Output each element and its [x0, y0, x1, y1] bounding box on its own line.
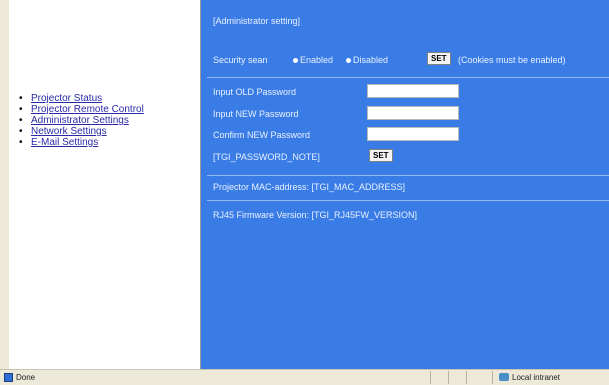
- nav-item-network-settings: • Network Settings: [19, 126, 144, 137]
- nav-list: • Projector Status • Projector Remote Cont…: [19, 93, 144, 148]
- page-done-icon: [4, 373, 13, 382]
- status-bar: Done Local intranet: [0, 369, 609, 385]
- cookies-note: (Cookies must be enabled): [458, 55, 566, 65]
- security-zone[interactable]: Local intranet: [492, 371, 609, 384]
- radio-enabled-label: Enabled: [300, 55, 334, 65]
- nav-item-email-settings: • E-Mail Settings: [19, 137, 144, 148]
- security-set-button[interactable]: SET: [427, 52, 451, 65]
- link-network-settings[interactable]: Network Settings: [31, 126, 107, 137]
- link-projector-status[interactable]: Projector Status: [31, 93, 102, 104]
- link-projector-remote-control[interactable]: Projector Remote Control: [31, 104, 144, 115]
- zone-text: Local intranet: [512, 373, 561, 382]
- admin-settings-frame: [Administrator setting] Security sean En…: [201, 0, 609, 369]
- status-pane: [448, 371, 449, 384]
- firmware-version: RJ45 Firmware Version: [TGI_RJ45FW_VERSI…: [213, 210, 418, 220]
- navigation-frame: • Projector Status • Projector Remote Cont…: [9, 0, 201, 369]
- old-password-label: Input OLD Password: [213, 87, 297, 97]
- radio-disabled[interactable]: Disabled: [346, 55, 388, 65]
- link-administrator-settings[interactable]: Administrator Settings: [31, 115, 129, 126]
- security-label: Security sean: [213, 55, 268, 65]
- radio-icon: [293, 58, 298, 64]
- status-text: Done: [16, 373, 36, 382]
- password-set-button[interactable]: SET: [369, 149, 393, 162]
- new-password-field[interactable]: [367, 106, 459, 120]
- nav-item-projector-status: • Projector Status: [19, 93, 144, 104]
- browser-window: • Projector Status • Projector Remote Cont…: [0, 0, 609, 385]
- intranet-zone-icon: [499, 373, 509, 381]
- link-email-settings[interactable]: E-Mail Settings: [31, 137, 98, 148]
- divider: [207, 175, 609, 176]
- divider: [207, 77, 609, 78]
- nav-item-projector-remote-control: • Projector Remote Control: [19, 104, 144, 115]
- bullet-icon: •: [19, 137, 23, 148]
- status-pane: [430, 371, 431, 384]
- radio-disabled-label: Disabled: [353, 55, 389, 65]
- password-note: [TGI_PASSWORD_NOTE]: [213, 152, 320, 162]
- section-title: [Administrator setting]: [213, 16, 301, 26]
- confirm-password-label: Confirm NEW Password: [213, 130, 311, 140]
- confirm-password-field[interactable]: [367, 127, 459, 141]
- old-password-field[interactable]: [367, 84, 459, 98]
- divider: [207, 200, 609, 201]
- bullet-icon: •: [19, 126, 23, 137]
- radio-enabled[interactable]: Enabled: [293, 55, 333, 65]
- bullet-icon: •: [19, 115, 23, 126]
- radio-icon: [346, 58, 351, 64]
- new-password-label: Input NEW Password: [213, 109, 299, 119]
- mac-address: Projector MAC-address: [TGI_MAC_ADDRESS]: [213, 182, 406, 192]
- bullet-icon: •: [19, 104, 23, 115]
- bullet-icon: •: [19, 93, 23, 104]
- nav-item-administrator-settings: • Administrator Settings: [19, 115, 144, 126]
- status-pane: [466, 371, 467, 384]
